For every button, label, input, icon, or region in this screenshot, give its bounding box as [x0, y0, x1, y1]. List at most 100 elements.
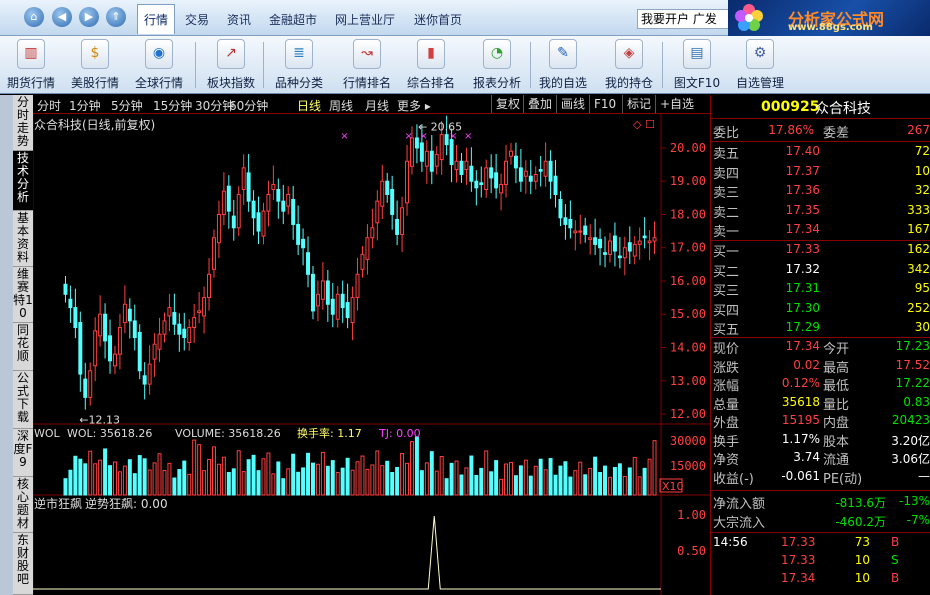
toolbar-item-11[interactable]: ⚙ 自选管理	[728, 36, 792, 94]
period-8[interactable]: 月线	[365, 97, 389, 114]
volume-bar	[246, 459, 251, 496]
period-0[interactable]: 分时	[37, 97, 61, 114]
bid-price: 17.33	[785, 242, 820, 256]
volume-bar	[241, 471, 246, 496]
vtab-4[interactable]: 同花顺	[13, 323, 33, 371]
volume-bar	[340, 467, 345, 496]
toolbar-item-5[interactable]: ↝ 行情排名	[334, 36, 400, 94]
menu-jiaoyi[interactable]: 交易	[185, 11, 209, 28]
bid-label: 买一	[713, 245, 740, 260]
quote-value: -0.061	[781, 468, 820, 483]
signal-marker: ×	[419, 131, 427, 142]
toolbar-glyph: ↗	[225, 45, 237, 61]
candle-body	[449, 139, 454, 166]
volume-bar	[484, 450, 489, 496]
toolbar-glyph: ◉	[152, 45, 166, 61]
toolbar-item-8[interactable]: ✎ 我的自选	[532, 36, 594, 94]
candle-body	[553, 175, 558, 195]
bid-label: 买四	[713, 303, 740, 319]
menu-zixun[interactable]: 资讯	[227, 11, 251, 28]
chart-control-icons[interactable]: ◇ ☐	[633, 118, 655, 131]
toolbar-item-2[interactable]: ◉ 全球行情	[128, 36, 190, 94]
divider	[711, 337, 930, 338]
vtab-1[interactable]: 技术分析	[13, 151, 33, 211]
quote-value: 35618	[781, 394, 820, 409]
quote-value: 3.74	[793, 450, 820, 464]
up-icon[interactable]: ⇑	[106, 7, 126, 27]
volume-header-field: WOL: 35618.26	[67, 427, 152, 440]
kline-chart[interactable]: 20.00 19.00 18.00 17.00 16.00 15.00 14.00 13.00…	[33, 114, 710, 595]
period-7[interactable]: 周线	[329, 97, 353, 114]
toolbar-item-7[interactable]: ◔ 报表分析	[464, 36, 530, 94]
candle-body	[642, 235, 647, 239]
period-1[interactable]: 1分钟	[69, 97, 101, 114]
menu-mini-home[interactable]: 迷你首页	[414, 11, 462, 28]
toolbar-item-10[interactable]: ▤ 图文F10	[668, 36, 726, 94]
candle-body	[137, 332, 142, 372]
vtab-8[interactable]: 东财股吧	[13, 533, 33, 595]
period-button-3[interactable]: F10	[589, 95, 620, 113]
menu-hangqing[interactable]: 行情	[137, 4, 176, 34]
toolbar-item-4[interactable]: ≣ 品种分类	[266, 36, 332, 94]
price-tick-label: 15.00	[670, 307, 706, 321]
candle-body	[454, 160, 459, 171]
period-2[interactable]: 5分钟	[111, 97, 143, 114]
indicator-tick-label: 0.50	[677, 544, 706, 558]
candle-body	[568, 218, 573, 229]
candle-body	[439, 134, 444, 161]
candle-body	[281, 200, 286, 212]
period-5[interactable]: 60分钟	[229, 97, 268, 114]
volume-unit-label: X10	[662, 480, 684, 493]
quote-value: 3.20亿	[891, 433, 930, 448]
period-bar: 分时 1分钟 5分钟 15分钟 30分钟 60分钟 日线 周线 月线 更多 ▸ 复权 叠加 画线 F10 标…	[33, 95, 710, 114]
menu-wangshang[interactable]: 网上营业厅	[335, 11, 395, 28]
volume-bar	[439, 455, 444, 496]
vtab-6[interactable]: 深度F9	[13, 429, 33, 477]
forward-icon[interactable]: ▶	[79, 7, 99, 27]
volume-bar	[276, 461, 281, 496]
volume-bar	[152, 462, 157, 496]
volume-bar	[88, 450, 93, 496]
tick-price: 17.33	[781, 535, 816, 549]
vtab-7[interactable]: 核心题材	[13, 477, 33, 533]
period-button-1[interactable]: 叠加	[523, 95, 556, 113]
quote-value: 17.34	[785, 339, 820, 353]
volume-bar	[607, 476, 612, 496]
vtab-0[interactable]: 分时走势	[13, 95, 33, 151]
toolbar-item-1[interactable]: $ 美股行情	[64, 36, 126, 94]
period-button-5[interactable]: +自选	[655, 95, 698, 113]
candle-body	[197, 310, 202, 314]
candle-body	[216, 213, 221, 244]
volume-bar	[325, 465, 330, 496]
candle-body	[434, 154, 439, 167]
volume-bar	[637, 476, 642, 496]
toolbar-item-9[interactable]: ◈ 我的持仓	[596, 36, 662, 94]
signal-marker: ×	[340, 131, 348, 142]
volume-bar	[266, 452, 271, 496]
period-9[interactable]: 更多 ▸	[397, 97, 431, 114]
toolbar-item-3[interactable]: ↗ 板块指数	[198, 36, 264, 94]
volume-header-field: VOLUME: 35618.26	[175, 427, 281, 440]
volume-bar	[617, 463, 622, 496]
period-button-4[interactable]: 标记	[622, 95, 655, 113]
toolbar-glyph: ⚙	[753, 45, 767, 61]
quote-label: 外盘	[713, 416, 740, 431]
menu-jinrong[interactable]: 金融超市	[269, 11, 317, 28]
vtab-2[interactable]: 基本资料	[13, 211, 33, 267]
volume-bar	[142, 458, 147, 496]
home-icon[interactable]: ⌂	[24, 7, 44, 27]
tick-side: S	[891, 553, 899, 567]
volume-bar	[221, 456, 226, 496]
period-button-2[interactable]: 画线	[556, 95, 589, 113]
period-button-0[interactable]: 复权	[491, 95, 524, 113]
toolbar-separator	[195, 42, 196, 88]
vtab-5[interactable]: 公式下载	[13, 371, 33, 429]
divider	[711, 490, 930, 491]
period-3[interactable]: 15分钟	[153, 97, 192, 114]
toolbar-item-0[interactable]: ▥ 期货行情	[0, 36, 62, 94]
volume-bar	[652, 440, 657, 496]
vtab-3[interactable]: 维赛特10	[13, 267, 33, 323]
toolbar-item-6[interactable]: ▮ 综合排名	[400, 36, 462, 94]
back-icon[interactable]: ◀	[52, 7, 72, 27]
period-6[interactable]: 日线	[297, 97, 321, 114]
